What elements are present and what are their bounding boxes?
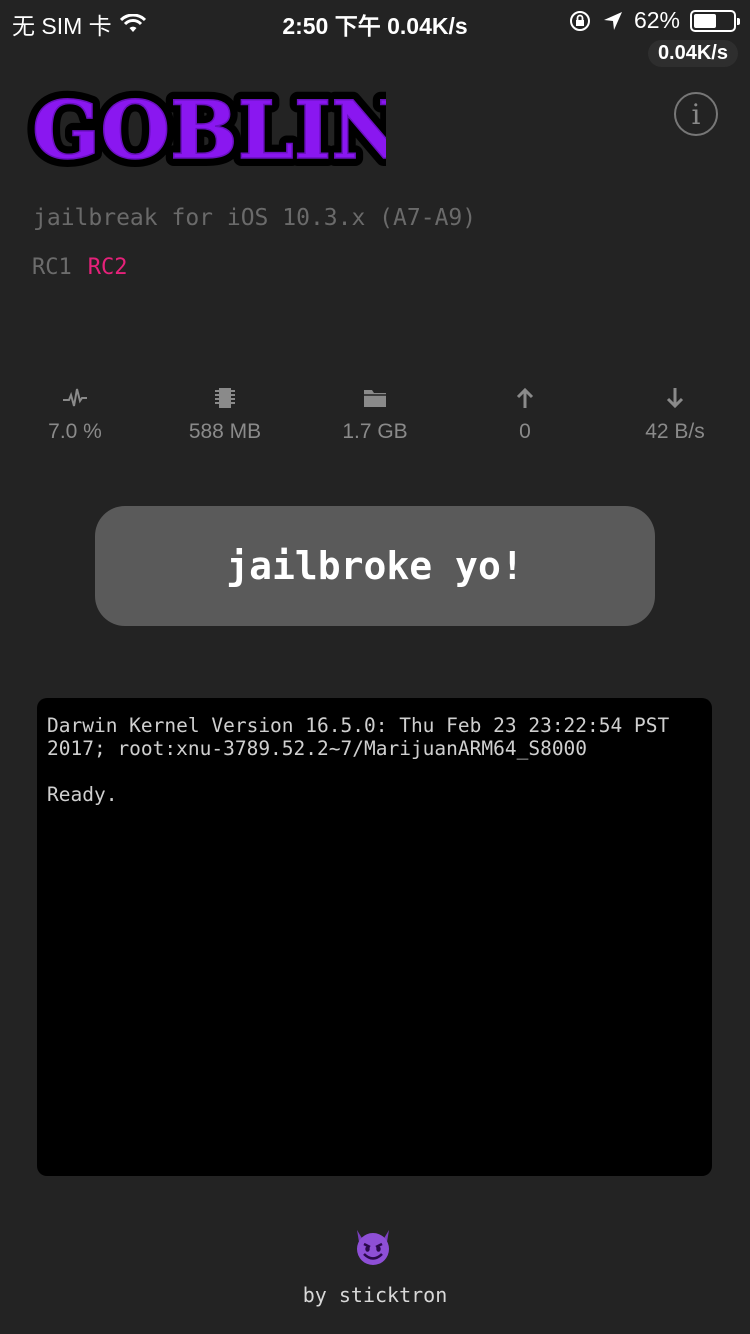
goblin-logo: GOBLIN GOBLIN [26, 86, 386, 185]
info-button[interactable]: i [674, 92, 718, 136]
battery-percent: 62% [633, 7, 680, 33]
stat-value: 588 MB [188, 420, 262, 443]
stat-download: 42 B/s [600, 384, 750, 444]
battery-icon [690, 9, 740, 32]
stat-value: 7.0 % [48, 420, 102, 443]
stat-value: 42 B/s [645, 420, 705, 443]
version-rc2[interactable]: RC2 [88, 255, 128, 280]
version-selector: RC1 RC2 [32, 255, 128, 280]
stat-disk: 1.7 GB [300, 384, 450, 444]
activity-icon [63, 388, 87, 407]
device-stats: 7.0 % 588 MB 1.7 GB 0 42 B/s [0, 384, 750, 454]
version-rc1[interactable]: RC1 [32, 255, 72, 280]
stat-value: 1.7 GB [342, 420, 408, 443]
stat-cpu: 7.0 % [0, 384, 150, 444]
battery-fill [694, 13, 717, 28]
arrow-up-icon [516, 387, 534, 408]
folder-icon [364, 390, 386, 407]
footer-credit: by sticktron [302, 1283, 448, 1307]
devil-emoji-icon [357, 1230, 389, 1265]
console-log[interactable]: Darwin Kernel Version 16.5.0: Thu Feb 23… [37, 698, 712, 1176]
stat-memory: 588 MB [150, 384, 300, 444]
network-speed-badge: 0.04K/s [647, 40, 738, 67]
location-arrow-icon [603, 11, 622, 30]
subtitle: jailbreak for iOS 10.3.x (A7-A9) [33, 205, 477, 231]
rotation-lock-icon [569, 10, 590, 31]
status-bar: 无 SIM 卡 2:50 下午 0.04K/s 62% [0, 0, 750, 40]
jailbreak-button[interactable]: jailbroke yo! [95, 506, 655, 626]
stat-upload: 0 [450, 384, 600, 444]
status-right: 62% [568, 7, 740, 34]
info-icon: i [691, 97, 701, 131]
svg-text:GOBLIN: GOBLIN [32, 86, 386, 177]
arrow-down-icon [666, 388, 684, 409]
memory-chip-icon [215, 388, 235, 408]
stat-value: 0 [519, 420, 531, 443]
